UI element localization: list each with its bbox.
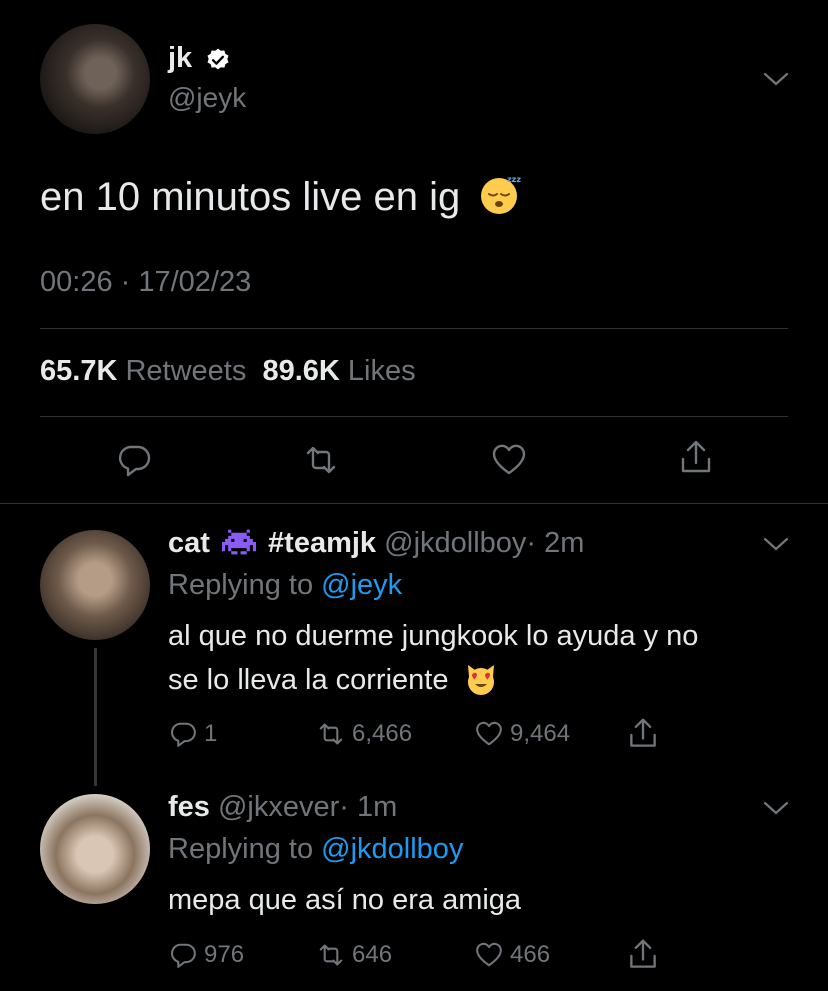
space-invader-icon [221, 529, 256, 555]
share-icon[interactable] [626, 717, 660, 751]
reply-header: cat #teamjk @jkdollboy· 2m [168, 527, 584, 560]
retweet-count: 646 [352, 941, 393, 968]
divider [40, 328, 788, 329]
reply-icon[interactable] [115, 441, 153, 479]
replying-to-label: Replying to [168, 833, 314, 865]
reply-avatar[interactable] [40, 530, 150, 640]
tweet-text: en 10 minutos live en ig zzz [40, 172, 521, 220]
reply-time[interactable]: · 2m [526, 527, 584, 559]
author-avatar[interactable] [40, 24, 150, 134]
reply-reply-button[interactable]: 1 [168, 719, 217, 749]
retweet-count: 6,466 [352, 720, 413, 747]
svg-text:zzz: zzz [507, 175, 521, 184]
reply-author-name[interactable]: cat [168, 527, 210, 559]
reply-text-content: se lo lleva la corriente [168, 664, 449, 696]
retweet-icon [319, 723, 343, 745]
retweet-icon [319, 944, 343, 966]
reply-retweet-button[interactable]: 6,466 [316, 719, 412, 749]
tweet-text-content: en 10 minutos live en ig [40, 175, 461, 219]
retweet-icon[interactable] [302, 441, 340, 479]
reply-like-button[interactable]: 466 [474, 940, 550, 970]
reply-author-handle[interactable]: @jkxever [218, 791, 339, 823]
sleeping-face-icon: zzz [481, 175, 521, 214]
chevron-down-icon[interactable] [763, 536, 789, 552]
share-icon[interactable] [677, 439, 715, 477]
replying-to-link[interactable]: @jkdollboy [321, 833, 463, 865]
reply-time[interactable]: · 1m [339, 791, 397, 823]
likes-label: Likes [347, 355, 416, 387]
tweet-timestamp[interactable]: 00:26 · 17/02/23 [40, 266, 251, 299]
like-count: 466 [510, 941, 551, 968]
share-icon[interactable] [626, 938, 660, 972]
thread-connector [94, 648, 97, 786]
divider [40, 416, 788, 417]
reply-retweet-button[interactable]: 646 [316, 940, 392, 970]
like-icon [476, 721, 502, 746]
like-icon[interactable] [490, 441, 528, 479]
reply-count: 1 [204, 720, 218, 747]
author-handle[interactable]: @jeyk [168, 82, 246, 114]
reply-text-line: se lo lleva la corriente [168, 658, 698, 702]
like-icon [476, 942, 502, 967]
replying-to-label: Replying to [168, 569, 314, 601]
verified-badge-icon [207, 48, 229, 70]
like-count: 9,464 [510, 720, 571, 747]
retweets-label: Retweets [125, 355, 247, 387]
reply-like-button[interactable]: 9,464 [474, 719, 570, 749]
reply-text: mepa que así no era amiga [168, 884, 522, 916]
reply-text: al que no duerme jungkook lo ayuda y no … [168, 614, 698, 702]
reply-icon [171, 722, 196, 747]
reply-count: 976 [204, 941, 245, 968]
retweets-count: 65.7K [40, 355, 118, 387]
chevron-down-icon[interactable] [763, 800, 789, 816]
reply-reply-button[interactable]: 976 [168, 940, 244, 970]
reply-author-tag[interactable]: #teamjk [268, 527, 376, 559]
replying-to: Replying to @jkdollboy [168, 833, 463, 866]
chevron-down-icon[interactable] [763, 71, 789, 87]
replying-to-link[interactable]: @jeyk [321, 569, 402, 601]
retweets-stat[interactable]: 65.7K Retweets [40, 355, 246, 387]
divider [0, 503, 828, 504]
likes-count: 89.6K [262, 355, 340, 387]
reply-header: fes @jkxever· 1m [168, 791, 397, 824]
reply-text-line: al que no duerme jungkook lo ayuda y no [168, 620, 699, 652]
reply-icon [171, 943, 196, 968]
tweet-stats: 65.7K Retweets 89.6K Likes [40, 355, 416, 388]
author-name[interactable]: jk [168, 42, 192, 75]
reply-author-handle[interactable]: @jkdollboy [384, 527, 526, 559]
heart-eyes-cat-icon [467, 665, 494, 695]
likes-stat[interactable]: 89.6K Likes [262, 355, 415, 387]
reply-author-name[interactable]: fes [168, 791, 210, 823]
reply-avatar[interactable] [40, 794, 150, 904]
replying-to: Replying to @jeyk [168, 569, 402, 602]
